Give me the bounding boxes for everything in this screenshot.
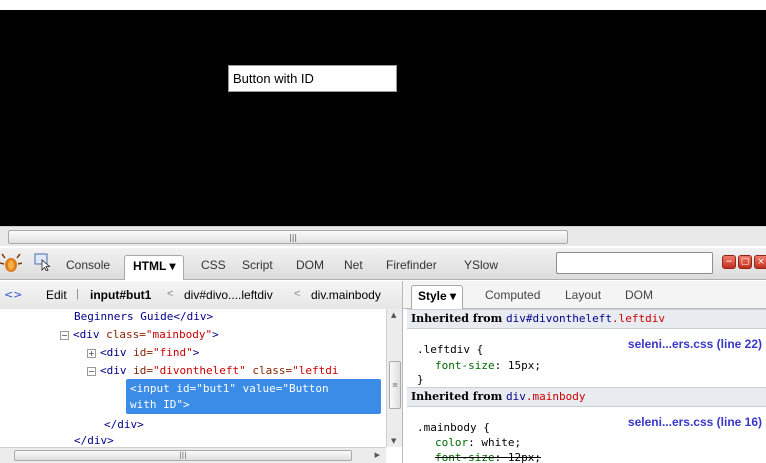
attr-value: "leftdi xyxy=(292,364,339,377)
breadcrumb-item-mainbody[interactable]: div.mainbody xyxy=(311,288,381,302)
attr-name: id= xyxy=(133,364,153,377)
rule-selector[interactable]: .leftdiv { xyxy=(417,343,483,356)
tag-open: <div xyxy=(100,364,134,377)
breadcrumb-separator: < xyxy=(294,288,301,300)
css-property[interactable]: font-size: 15px; xyxy=(435,359,541,372)
tree-vertical-scrollbar[interactable]: ▲ ≡ ▼ xyxy=(386,309,402,447)
property-name: font-size xyxy=(435,451,495,463)
inherited-selector-tag[interactable]: div#divontheleft xyxy=(506,312,612,325)
breadcrumb: <> Edit | input#but1 < div#divo....leftd… xyxy=(0,281,403,309)
inherited-label: Inherited from xyxy=(411,312,507,325)
scrollbar-thumb[interactable]: ||| xyxy=(14,450,352,461)
rule-source-link[interactable]: seleni...ers.css (line 16) xyxy=(628,415,762,429)
divider: | xyxy=(76,288,79,300)
breadcrumb-separator: < xyxy=(167,288,174,300)
detach-icon[interactable]: ▢ xyxy=(738,255,752,269)
tab-computed[interactable]: Computed xyxy=(479,285,546,307)
breadcrumb-item-input[interactable]: input#but1 xyxy=(90,288,151,302)
browser-window: Button with ID ||| Console HTML ▾ CSS Sc… xyxy=(0,0,766,463)
property-name: font-size xyxy=(435,359,495,372)
tab-yslow[interactable]: YSlow xyxy=(456,255,506,277)
inherited-header: Inherited from div#divontheleft.leftdiv xyxy=(407,309,766,329)
tab-html[interactable]: HTML ▾ xyxy=(124,255,185,280)
tab-layout[interactable]: Layout xyxy=(559,285,607,307)
attr-name: class= xyxy=(106,328,146,341)
inherited-selector-class[interactable]: .mainbody xyxy=(526,390,586,403)
tab-console[interactable]: Console xyxy=(58,255,118,277)
css-property[interactable]: color: white; xyxy=(435,436,521,449)
selected-node-but1[interactable]: <input id="but1" value="Button with ID"> xyxy=(126,379,381,414)
page-viewport: Button with ID xyxy=(0,10,766,226)
scrollbar-thumb[interactable]: ||| xyxy=(8,230,568,244)
tree-line[interactable]: Beginners Guide</div> xyxy=(74,309,213,325)
inherited-selector-tag[interactable]: div xyxy=(506,390,526,403)
scrollbar-thumb[interactable]: ≡ xyxy=(389,361,401,409)
css-property-overridden[interactable]: font-size: 12px; xyxy=(435,451,541,463)
attr-name: id= xyxy=(133,346,153,359)
panel-subbar: <> Edit | input#but1 < div#divo....leftd… xyxy=(0,281,766,309)
tree-node-find[interactable]: + <div id="find"> xyxy=(87,345,199,361)
inherited-selector-class[interactable]: .leftdiv xyxy=(612,312,665,325)
tree-text: </div> xyxy=(74,434,114,447)
button-with-id[interactable]: Button with ID xyxy=(228,65,397,92)
search-input[interactable] xyxy=(556,252,713,274)
tree-text: </div> xyxy=(104,418,144,431)
firebug-toolbar: Console HTML ▾ CSS Script DOM Net Firefi… xyxy=(0,248,766,280)
tree-text: Beginners Guide</div> xyxy=(74,310,214,323)
tab-dom[interactable]: DOM xyxy=(288,255,332,277)
top-strip xyxy=(0,0,766,10)
tab-net[interactable]: Net xyxy=(336,255,371,277)
inherited-label: Inherited from xyxy=(411,390,507,403)
inherited-header: Inherited from div.mainbody xyxy=(407,387,766,407)
html-tree-panel: Beginners Guide</div> − <div class="mainb… xyxy=(0,309,403,463)
style-panel: Inherited from div#divontheleft .leftdiv … xyxy=(407,309,766,463)
property-value: 15px; xyxy=(507,359,541,372)
expand-icon[interactable]: + xyxy=(87,348,96,358)
tag-open: <div xyxy=(73,328,107,341)
property-name: color xyxy=(435,436,469,449)
tree-node-mainbody[interactable]: − <div class="mainbody"> xyxy=(60,327,219,343)
tab-style[interactable]: Style ▾ xyxy=(411,285,464,309)
inspect-icon[interactable] xyxy=(34,253,52,271)
attr-value: "find" xyxy=(153,346,193,359)
collapse-icon[interactable]: − xyxy=(87,366,96,376)
page-horizontal-scrollbar[interactable]: ||| xyxy=(0,226,766,246)
edit-button[interactable]: Edit xyxy=(46,288,67,302)
tab-firefinder[interactable]: Firefinder xyxy=(378,255,445,277)
scroll-right-icon[interactable]: ▶ xyxy=(375,451,380,459)
nav-back-icon[interactable]: <> xyxy=(4,288,22,301)
attr-value: "divontheleft" xyxy=(153,364,246,377)
close-icon[interactable]: × xyxy=(754,255,766,269)
tab-script[interactable]: Script xyxy=(234,255,281,277)
tag-close: > xyxy=(212,328,219,341)
side-panel-tabs: Style ▾ Computed Layout DOM xyxy=(407,281,766,309)
tree-node-divontheleft[interactable]: − <div id="divontheleft" class="leftdi xyxy=(87,363,338,379)
tag-open: <div xyxy=(100,346,134,359)
tree-horizontal-scrollbar[interactable]: ||| ▶ xyxy=(0,447,386,463)
tag-close: > xyxy=(192,346,200,359)
attr-name: class= xyxy=(245,364,293,377)
scroll-down-icon[interactable]: ▼ xyxy=(391,437,396,445)
breadcrumb-item-leftdiv[interactable]: div#divo....leftdiv xyxy=(184,288,273,302)
tab-css[interactable]: CSS xyxy=(193,255,234,277)
property-value: 12px; xyxy=(507,451,541,463)
firebug-icon[interactable] xyxy=(0,252,22,274)
attr-value: "mainbody" xyxy=(145,328,213,341)
scroll-up-icon[interactable]: ▲ xyxy=(391,311,396,319)
rule-source-link[interactable]: seleni...ers.css (line 22) xyxy=(628,337,762,351)
minimize-icon[interactable]: − xyxy=(722,255,736,269)
tab-dom-side[interactable]: DOM xyxy=(619,285,659,307)
tree-line[interactable]: </div> xyxy=(104,417,144,433)
collapse-icon[interactable]: − xyxy=(60,330,69,340)
grip-icon: ||| xyxy=(289,233,298,242)
rule-selector[interactable]: .mainbody { xyxy=(417,421,490,434)
rule-close: } xyxy=(417,373,424,386)
property-value: white; xyxy=(481,436,522,449)
